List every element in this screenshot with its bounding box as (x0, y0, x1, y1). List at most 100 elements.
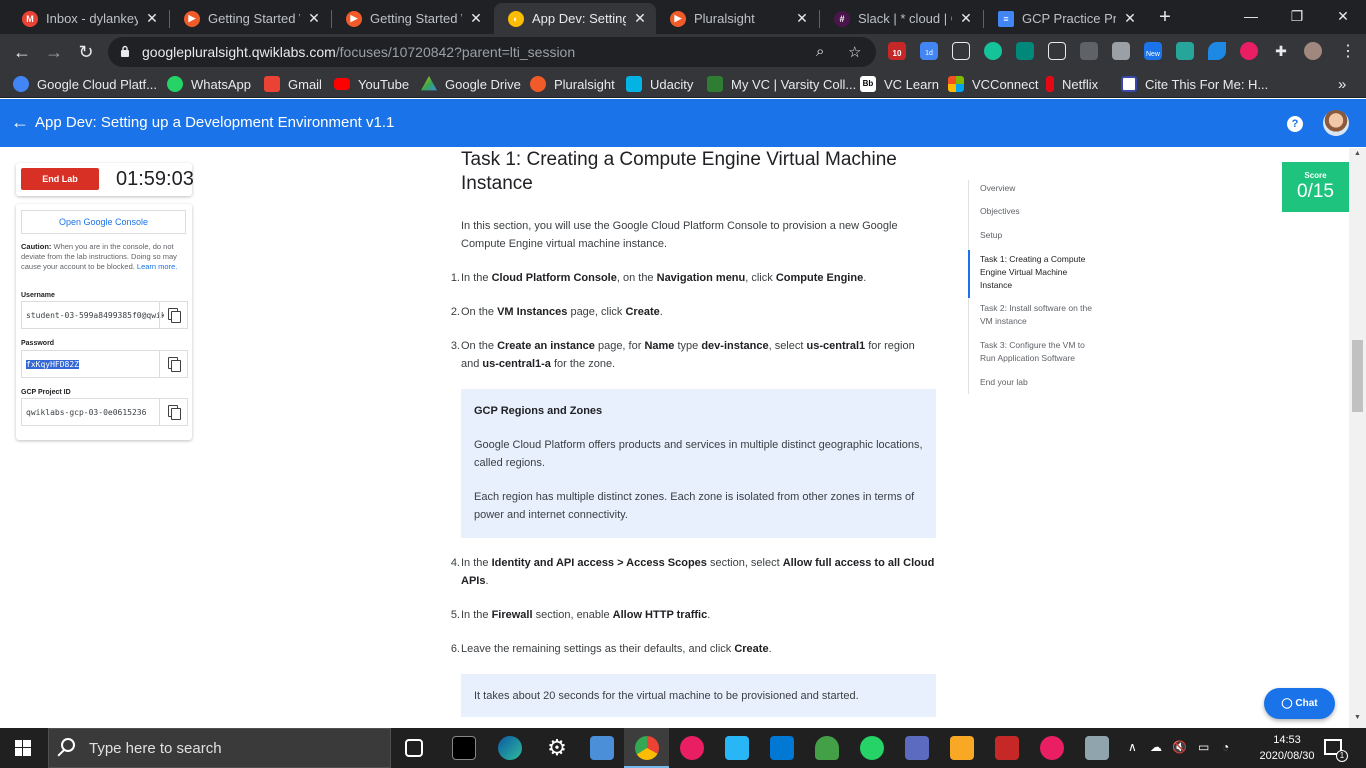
chrome-icon[interactable] (635, 736, 659, 760)
taskbar-search-box[interactable]: Type here to search (48, 728, 391, 768)
tab-gcp-practice[interactable]: ≡ GCP Practice Proje ✕ (984, 3, 1146, 34)
pdf-app-icon[interactable] (995, 736, 1019, 760)
close-icon[interactable]: ✕ (632, 10, 648, 27)
grammarly-icon[interactable] (984, 42, 1002, 60)
toc-task-2[interactable]: Task 2: Install software on the VM insta… (980, 302, 1095, 328)
close-icon[interactable]: ✕ (306, 10, 322, 27)
extension-s-icon[interactable] (1016, 42, 1034, 60)
android-app-icon[interactable] (815, 736, 839, 760)
extension-arrow-icon[interactable] (1176, 42, 1194, 60)
folder-icon[interactable] (950, 736, 974, 760)
windows-start-icon[interactable] (15, 740, 31, 756)
minimize-button[interactable]: — (1228, 0, 1274, 34)
close-icon[interactable]: ✕ (958, 10, 974, 27)
bookmark-star-icon[interactable]: ☆ (848, 43, 861, 61)
tab-getting-started-1[interactable]: ▶ Getting Started W ✕ (170, 3, 330, 34)
new-tab-button[interactable]: + (1152, 4, 1178, 30)
project-id-field[interactable]: qwiklabs-gcp-03-0e0615236 (21, 398, 188, 426)
zoom-icon[interactable]: ⌕ (816, 43, 824, 60)
forward-button[interactable]: → (40, 38, 68, 66)
bookmark-vcconnect[interactable]: VCConnect (948, 75, 1038, 93)
scroll-down-arrow-icon[interactable]: ▼ (1349, 714, 1366, 721)
bookmark-youtube[interactable]: YouTube (334, 75, 409, 93)
pluralsight-app-icon[interactable] (680, 736, 704, 760)
extension-dropbox-icon[interactable] (1080, 42, 1098, 60)
volume-muted-icon[interactable]: 🔇 (1172, 740, 1187, 754)
copy-project-id-icon[interactable] (159, 399, 187, 425)
terminal-icon[interactable] (452, 736, 476, 760)
toc-end-lab[interactable]: End your lab (980, 376, 1095, 389)
extension-reader-icon[interactable] (952, 42, 970, 60)
bookmark-my-vc[interactable]: My VC | Varsity Coll... (707, 75, 856, 93)
page-scrollbar[interactable] (1349, 148, 1366, 728)
avatar[interactable] (1323, 110, 1349, 136)
window-close-button[interactable]: ✕ (1320, 0, 1366, 34)
bookmarks-overflow-button[interactable]: » (1338, 75, 1346, 93)
bookmark-gmail[interactable]: Gmail (264, 75, 322, 93)
password-field[interactable]: fxKqyHFD82Z (21, 350, 188, 378)
chat-button[interactable]: ◯ Chat (1264, 688, 1335, 719)
scroll-up-arrow-icon[interactable]: ▲ (1349, 150, 1366, 157)
extension-feather-icon[interactable] (1208, 42, 1226, 60)
pluralsight-player-icon[interactable] (1040, 736, 1064, 760)
task-view-icon[interactable] (405, 739, 423, 757)
toc-task-3[interactable]: Task 3: Configure the VM to Run Applicat… (980, 339, 1095, 365)
bookmark-vc-learn[interactable]: Bb VC Learn (860, 75, 939, 93)
extension-new-icon[interactable]: New (1144, 42, 1162, 60)
settings-gear-icon[interactable]: ⚙ (545, 736, 569, 760)
toc-objectives[interactable]: Objectives (980, 205, 1095, 218)
back-arrow-icon[interactable]: ← (11, 112, 29, 133)
bookmark-cite-this[interactable]: Cite This For Me: H... (1121, 75, 1268, 93)
scrollbar-thumb[interactable] (1352, 340, 1363, 412)
file-explorer-laptop-icon[interactable] (590, 736, 614, 760)
close-icon[interactable]: ✕ (468, 10, 484, 27)
extension-ud-icon[interactable]: 10 (888, 42, 906, 60)
close-icon[interactable]: ✕ (144, 10, 160, 27)
open-google-console-button[interactable]: Open Google Console (21, 210, 186, 234)
toc-task-1[interactable]: Task 1: Creating a Compute Engine Virtua… (980, 253, 1095, 292)
tab-slack[interactable]: # Slack | * cloud | GA ✕ (820, 3, 982, 34)
extension-box-icon[interactable] (1112, 42, 1130, 60)
bookmark-whatsapp[interactable]: WhatsApp (167, 75, 251, 93)
learn-more-link[interactable]: Learn more. (137, 262, 177, 271)
pluralsight-extension-icon[interactable] (1240, 42, 1258, 60)
end-lab-button[interactable]: End Lab (21, 168, 99, 190)
back-button[interactable]: ← (8, 38, 36, 66)
vscode-icon[interactable] (770, 736, 794, 760)
tab-pluralsight[interactable]: ▶ Pluralsight ✕ (656, 3, 818, 34)
edge-icon[interactable] (498, 736, 522, 760)
tab-app-dev[interactable]: ◐ App Dev: Setting u ✕ (494, 3, 656, 34)
taskbar-clock[interactable]: 14:53 2020/08/30 (1258, 732, 1316, 764)
show-hidden-icons-icon[interactable]: ∧ (1128, 740, 1137, 754)
chart-app-icon[interactable] (1085, 736, 1109, 760)
bookmark-google-cloud[interactable]: Google Cloud Platf... (13, 75, 157, 93)
bookmark-pluralsight[interactable]: Pluralsight (530, 75, 615, 93)
extension-glasses-icon[interactable] (1048, 42, 1066, 60)
bookmark-netflix[interactable]: Netflix (1046, 75, 1098, 93)
copy-password-icon[interactable] (159, 351, 187, 377)
address-bar[interactable]: googlepluralsight.qwiklabs.com/focuses/1… (108, 37, 876, 67)
bookmark-google-drive[interactable]: Google Drive (421, 75, 521, 93)
teams-icon[interactable] (905, 736, 929, 760)
profile-avatar[interactable] (1304, 42, 1322, 60)
close-icon[interactable]: ✕ (1122, 10, 1138, 27)
extensions-puzzle-icon[interactable]: ✚ (1272, 42, 1290, 60)
restore-button[interactable]: ❐ (1274, 0, 1320, 34)
menu-kebab-icon[interactable]: ⋮ (1334, 38, 1362, 66)
weather-cloud-icon[interactable]: ☁ (1150, 740, 1162, 754)
username-field[interactable]: student-03-599a8499385f0@qwiklabs.net (21, 301, 188, 329)
close-icon[interactable]: ✕ (794, 10, 810, 27)
tab-inbox[interactable]: M Inbox - dylankeyte ✕ (8, 3, 168, 34)
battery-icon[interactable]: ▭ (1198, 740, 1209, 754)
toc-overview[interactable]: Overview (980, 182, 1095, 195)
wifi-icon[interactable]: ◔ (1222, 740, 1229, 754)
bookmark-udacity[interactable]: Udacity (626, 75, 693, 93)
remote-app-icon[interactable] (725, 736, 749, 760)
extension-calendar-icon[interactable]: 1d (920, 42, 938, 60)
reload-button[interactable]: ↻ (72, 38, 100, 66)
whatsapp-app-icon[interactable] (860, 736, 884, 760)
copy-username-icon[interactable] (159, 302, 187, 328)
help-icon[interactable]: ? (1287, 116, 1303, 132)
toc-setup[interactable]: Setup (980, 229, 1095, 242)
tab-getting-started-2[interactable]: ▶ Getting Started W ✕ (332, 3, 492, 34)
